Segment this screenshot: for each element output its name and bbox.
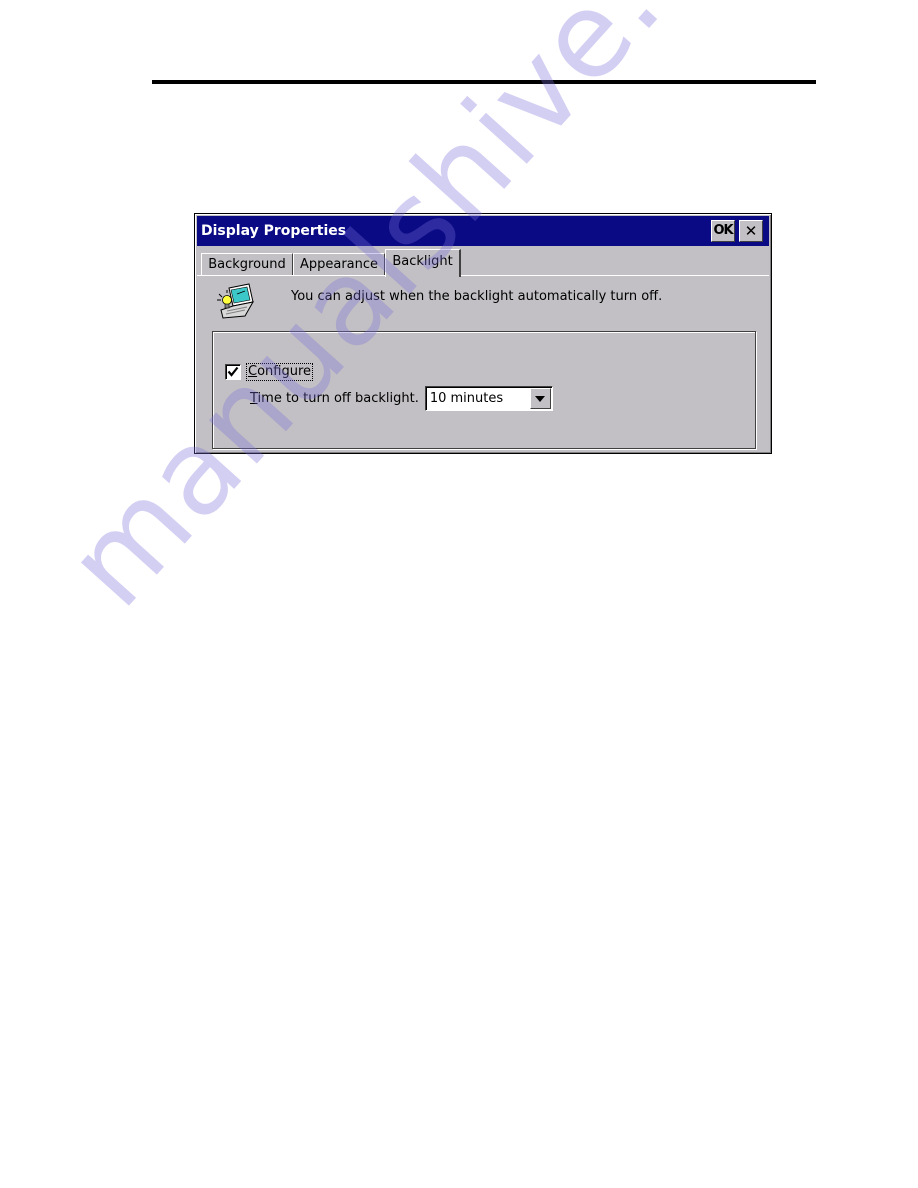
dialog-title: Display Properties (201, 223, 347, 239)
tab-appearance[interactable]: Appearance (293, 253, 385, 276)
time-row: Time to turn off backlight. 10 minutes (250, 385, 553, 411)
configure-checkbox[interactable] (225, 364, 241, 380)
backlight-settings-group: Configure Time to turn off backlight. 10… (212, 331, 756, 449)
checkmark-icon (227, 366, 239, 377)
chevron-down-icon (534, 395, 545, 402)
dropdown-button[interactable] (529, 387, 551, 409)
configure-row: Configure (225, 363, 314, 381)
title-bar: Display Properties OK ✕ (197, 216, 769, 246)
configure-label[interactable]: Configure (245, 363, 314, 381)
close-icon: ✕ (744, 222, 758, 240)
display-properties-dialog: Display Properties OK ✕ Background Appea… (194, 213, 772, 454)
time-to-turn-off-label: Time to turn off backlight. (250, 390, 419, 406)
select-value: 10 minutes (429, 390, 504, 406)
tab-divider (197, 275, 769, 276)
tab-background[interactable]: Background (201, 253, 293, 276)
tab-backlight[interactable]: Backlight (385, 249, 461, 277)
close-button[interactable]: ✕ (739, 220, 763, 242)
info-text: You can adjust when the backlight automa… (291, 289, 663, 304)
ok-button[interactable]: OK (711, 220, 735, 242)
time-to-turn-off-select[interactable]: 10 minutes (424, 385, 553, 411)
laptop-backlight-icon (215, 282, 259, 322)
page-header-rule (152, 80, 816, 84)
tab-strip: Background Appearance Backlight (199, 249, 767, 277)
